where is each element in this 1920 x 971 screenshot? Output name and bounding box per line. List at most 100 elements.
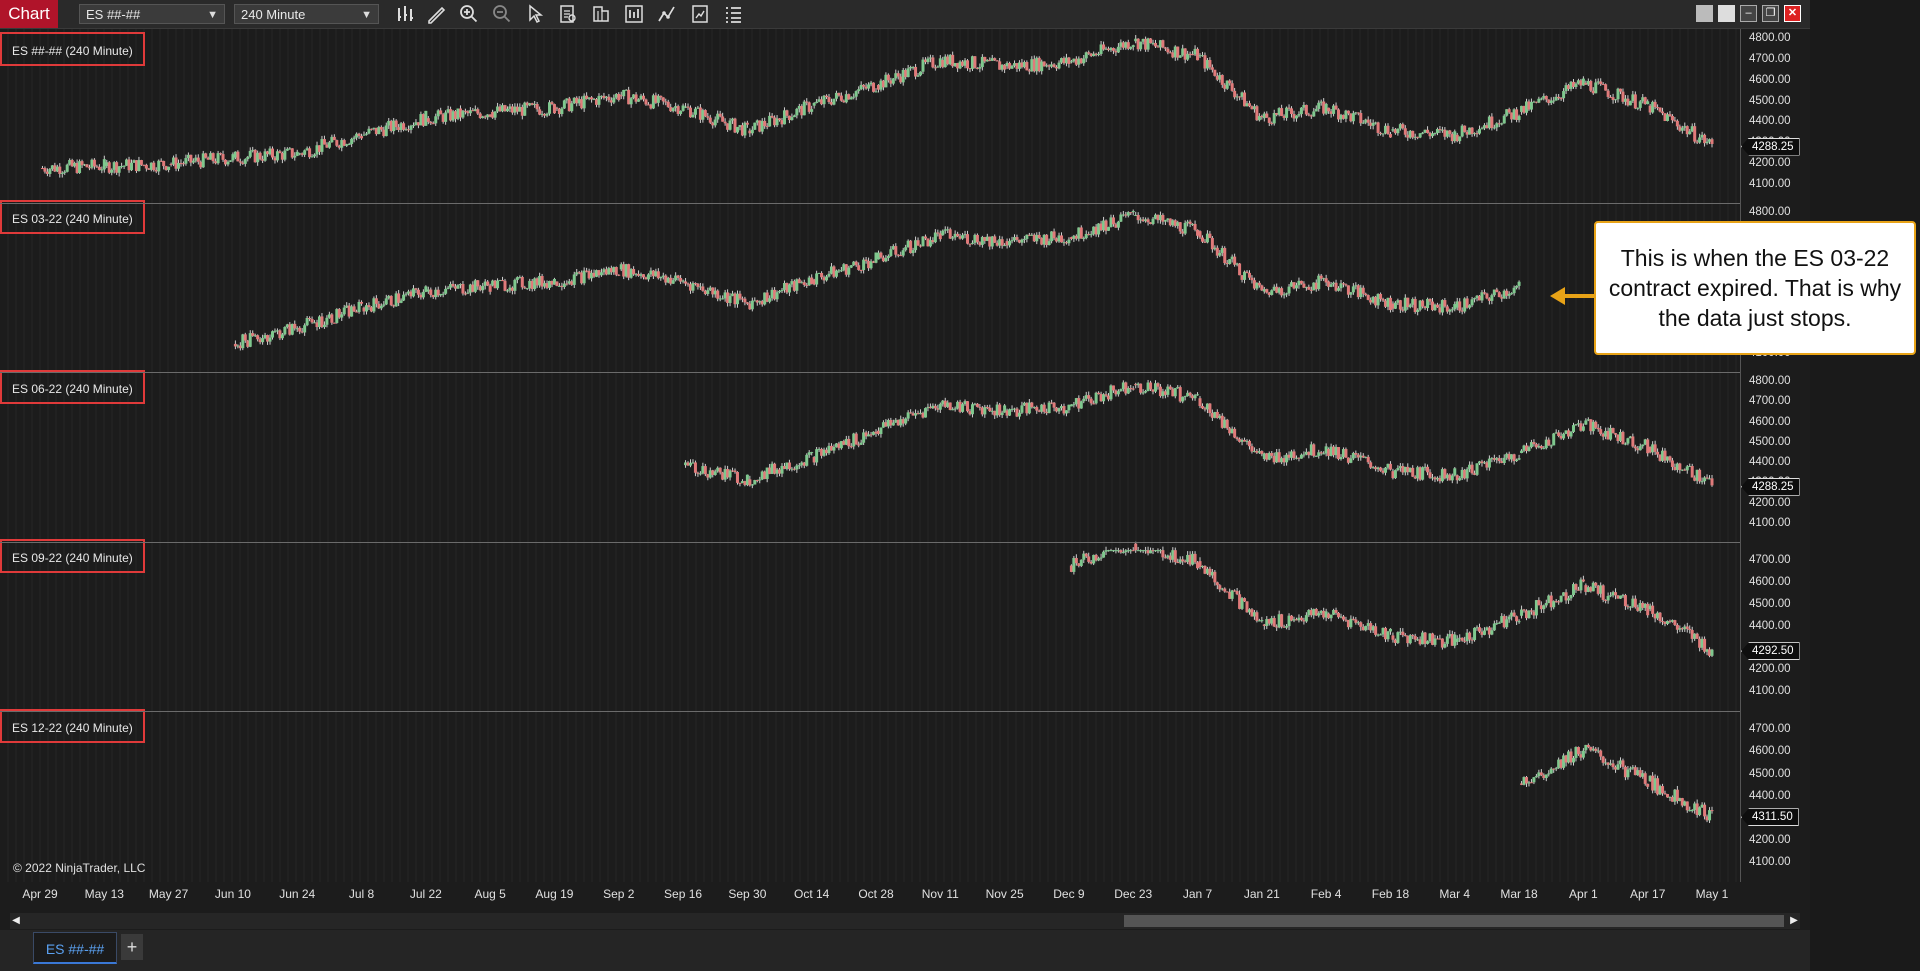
price-tick-label: 4600.00 xyxy=(1749,73,1791,86)
time-tick-label: Oct 14 xyxy=(794,887,830,901)
scroll-thumb[interactable] xyxy=(1124,915,1784,927)
panel-es-09-22: ES 09-22 (240 Minute) xyxy=(0,538,1810,707)
interval-selector[interactable]: 240 Minute ▼ xyxy=(234,4,379,24)
price-tick-label: 4600.00 xyxy=(1749,415,1791,428)
time-tick-label: Jul 22 xyxy=(409,887,442,901)
time-tick-label: May 1 xyxy=(1695,887,1729,901)
price-tick-label: 4800.00 xyxy=(1749,375,1791,388)
last-price-tag: 4288.25 xyxy=(1741,477,1800,496)
horizontal-scrollbar[interactable]: ◀ ▶ xyxy=(10,913,1800,929)
price-tick-label: 4700.00 xyxy=(1749,52,1791,65)
panel-separator[interactable] xyxy=(0,711,1740,712)
time-tick-label: Dec 9 xyxy=(1053,887,1085,901)
indicators-icon[interactable] xyxy=(623,3,645,25)
time-tick-label: Feb 4 xyxy=(1310,887,1342,901)
time-tick-label: Jul 8 xyxy=(348,887,375,901)
outer-background xyxy=(1810,0,1920,971)
time-tick-label: Nov 11 xyxy=(921,887,959,901)
drawing-tool-icon[interactable] xyxy=(425,3,447,25)
link-icon[interactable] xyxy=(1718,5,1735,22)
zoom-out-icon[interactable] xyxy=(491,3,513,25)
price-tick-label: 4100.00 xyxy=(1749,685,1791,698)
price-tick-label: 4500.00 xyxy=(1749,767,1791,780)
data-series-icon[interactable] xyxy=(557,3,579,25)
scroll-left-icon[interactable]: ◀ xyxy=(10,913,22,929)
time-tick-label: Sep 2 xyxy=(603,887,635,901)
add-tab-button[interactable]: + xyxy=(121,934,143,960)
panel-label: ES 06-22 (240 Minute) xyxy=(0,370,145,404)
strategies-icon[interactable] xyxy=(656,3,678,25)
price-tick-label: 4200.00 xyxy=(1749,156,1791,169)
chart-title-tab[interactable]: Chart xyxy=(0,0,58,28)
price-tick-label: 4400.00 xyxy=(1749,789,1791,802)
toolbar: Chart ES ##-## ▼ 240 Minute ▼ – ❐ ✕ xyxy=(0,0,1810,29)
list-icon[interactable] xyxy=(722,3,744,25)
time-tick-label: Jun 24 xyxy=(279,887,316,901)
panel-label: ES 09-22 (240 Minute) xyxy=(0,539,145,573)
price-tick-label: 4400.00 xyxy=(1749,619,1791,632)
time-tick-label: Mar 18 xyxy=(1500,887,1538,901)
price-axis[interactable]: 4800.004700.004600.004500.004400.004300.… xyxy=(1740,29,1811,203)
price-tick-label: 4400.00 xyxy=(1749,115,1791,128)
last-price-tag: 4311.50 xyxy=(1741,808,1799,827)
time-tick-label: Aug 5 xyxy=(474,887,506,901)
time-tick-label: Jun 10 xyxy=(214,887,251,901)
tile-icon[interactable] xyxy=(1696,5,1713,22)
time-tick-label: Apr 29 xyxy=(22,887,58,901)
time-tick-label: Sep 30 xyxy=(728,887,767,901)
price-tick-label: 4600.00 xyxy=(1749,745,1791,758)
price-tick-label: 4200.00 xyxy=(1749,834,1791,846)
time-axis[interactable]: Apr 29 May 13 May 27 Jun 10 Jun 24 Jul 8 Jul 2… xyxy=(0,882,1810,906)
price-axis[interactable]: 4800.004700.004600.004500.004400.004300.… xyxy=(1740,372,1811,542)
last-price-tag: 4292.50 xyxy=(1741,642,1800,661)
instrument-value: ES ##-## xyxy=(86,7,141,22)
price-tick-label: 4100.00 xyxy=(1749,856,1791,869)
price-tick-label: 4100.00 xyxy=(1749,177,1791,190)
price-axis[interactable]: 4700.004600.004500.004400.004300.004200.… xyxy=(1740,711,1811,882)
minimize-icon[interactable]: – xyxy=(1740,5,1757,22)
panel-separator[interactable] xyxy=(0,203,1740,204)
time-tick-label: Dec 23 xyxy=(1114,887,1153,901)
panel-label: ES 12-22 (240 Minute) xyxy=(0,709,145,743)
price-tick-label: 4700.00 xyxy=(1749,395,1791,408)
pointer-icon[interactable] xyxy=(524,3,546,25)
panel-es-12-22: ES 12-22 (240 Minute) xyxy=(0,707,1810,882)
chart-tabs-bar: ES ##-## + xyxy=(0,930,1810,971)
zoom-in-icon[interactable] xyxy=(458,3,480,25)
bar-type-icon[interactable] xyxy=(394,3,416,25)
panel-separator[interactable] xyxy=(0,542,1740,543)
scroll-right-icon[interactable]: ▶ xyxy=(1788,913,1800,929)
price-tick-label: 4500.00 xyxy=(1749,597,1791,610)
time-tick-label: Feb 18 xyxy=(1371,887,1410,901)
time-tick-label: Apr 1 xyxy=(1569,887,1598,901)
callout-annotation: This is when the ES 03-22 contract expir… xyxy=(1594,221,1916,355)
time-tick-label: Aug 19 xyxy=(535,887,574,901)
panel-es-06-22: ES 06-22 (240 Minute) xyxy=(0,368,1810,538)
time-tick-label: May 27 xyxy=(148,887,189,901)
price-tick-label: 4400.00 xyxy=(1749,456,1791,469)
close-icon[interactable]: ✕ xyxy=(1784,5,1801,22)
chevron-down-icon: ▼ xyxy=(207,9,218,21)
last-price-tag: 4288.25 xyxy=(1741,137,1800,156)
panel-es-continuous: ES ##-## (240 Minute) xyxy=(0,29,1810,199)
callout-arrow xyxy=(1550,287,1594,305)
panel-label: ES ##-## (240 Minute) xyxy=(0,32,145,66)
time-tick-label: Mar 4 xyxy=(1439,887,1471,901)
interval-value: 240 Minute xyxy=(241,7,306,22)
properties-icon[interactable] xyxy=(590,3,612,25)
price-axis[interactable]: 4700.004600.004500.004400.004300.004200.… xyxy=(1740,542,1811,711)
time-tick-label: Jan 7 xyxy=(1182,887,1213,901)
copyright-text: © 2022 NinjaTrader, LLC xyxy=(13,861,146,875)
panel-separator[interactable] xyxy=(0,372,1740,373)
time-tick-label: Sep 16 xyxy=(664,887,703,901)
templates-icon[interactable] xyxy=(689,3,711,25)
chart-tab-es[interactable]: ES ##-## xyxy=(33,932,117,964)
time-tick-label: May 13 xyxy=(84,887,124,901)
price-tick-label: 4200.00 xyxy=(1749,496,1791,509)
panel-es-03-22: ES 03-22 (240 Minute) xyxy=(0,199,1810,368)
time-tick-label: Apr 17 xyxy=(1630,887,1666,901)
price-tick-label: 4100.00 xyxy=(1749,516,1791,529)
restore-icon[interactable]: ❐ xyxy=(1762,5,1779,22)
instrument-selector[interactable]: ES ##-## ▼ xyxy=(79,4,225,24)
price-tick-label: 4500.00 xyxy=(1749,94,1791,107)
